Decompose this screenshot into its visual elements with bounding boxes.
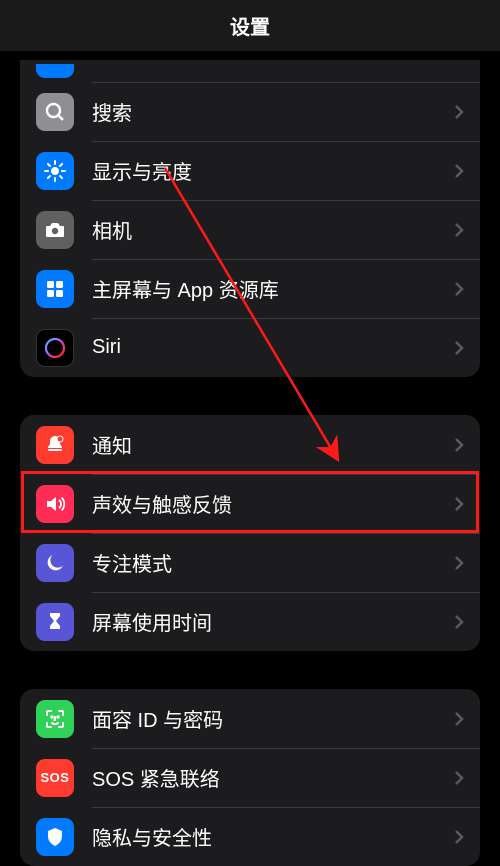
settings-group-1: 搜索 显示与亮度 相机 主屏幕与 App 资源库: [20, 60, 480, 377]
settings-row-label: 专注模式: [92, 548, 454, 577]
settings-row-label: 相机: [92, 215, 454, 244]
settings-row-privacy[interactable]: 隐私与安全性: [20, 807, 480, 866]
brightness-icon: [36, 152, 74, 190]
partial-icon: [36, 64, 74, 78]
faceid-icon: [36, 700, 74, 738]
settings-row-label: 声效与触感反馈: [92, 489, 454, 518]
settings-row-label: 通知: [92, 430, 454, 459]
settings-content: 搜索 显示与亮度 相机 主屏幕与 App 资源库: [0, 60, 500, 866]
chevron-right-icon: [454, 340, 464, 356]
settings-group-2: 通知 声效与触感反馈 专注模式 屏幕使用时间: [20, 415, 480, 651]
chevron-right-icon: [454, 614, 464, 630]
header: 设置: [0, 0, 500, 52]
camera-icon: [36, 211, 74, 249]
settings-row-label: 显示与亮度: [92, 156, 454, 185]
settings-row-camera[interactable]: 相机: [20, 200, 480, 259]
settings-row-sos[interactable]: SOS SOS 紧急联络: [20, 748, 480, 807]
settings-row-siri[interactable]: Siri: [20, 318, 480, 377]
settings-row-display[interactable]: 显示与亮度: [20, 141, 480, 200]
page-title: 设置: [230, 11, 270, 40]
moon-icon: [36, 544, 74, 582]
settings-row-screentime[interactable]: 屏幕使用时间: [20, 592, 480, 651]
settings-row-faceid[interactable]: 面容 ID 与密码: [20, 689, 480, 748]
chevron-right-icon: [454, 829, 464, 845]
settings-row-label: 面容 ID 与密码: [92, 704, 454, 733]
settings-row-home[interactable]: 主屏幕与 App 资源库: [20, 259, 480, 318]
settings-row-label: SOS 紧急联络: [92, 763, 454, 792]
hourglass-icon: [36, 603, 74, 641]
chevron-right-icon: [454, 711, 464, 727]
chevron-right-icon: [454, 163, 464, 179]
app-grid-icon: [36, 270, 74, 308]
speaker-icon: [36, 485, 74, 523]
chevron-right-icon: [454, 555, 464, 571]
chevron-right-icon: [454, 770, 464, 786]
chevron-right-icon: [454, 63, 464, 79]
settings-row-notifications[interactable]: 通知: [20, 415, 480, 474]
settings-row-label: 屏幕使用时间: [92, 607, 454, 636]
chevron-right-icon: [454, 104, 464, 120]
settings-row-search[interactable]: 搜索: [20, 82, 480, 141]
chevron-right-icon: [454, 222, 464, 238]
chevron-right-icon: [454, 281, 464, 297]
settings-row-label: 隐私与安全性: [92, 822, 454, 851]
settings-row-focus[interactable]: 专注模式: [20, 533, 480, 592]
chevron-right-icon: [454, 437, 464, 453]
settings-row-label: 搜索: [92, 97, 454, 126]
settings-group-3: 面容 ID 与密码 SOS SOS 紧急联络 隐私与安全性: [20, 689, 480, 866]
bell-icon: [36, 426, 74, 464]
sos-icon: SOS: [36, 759, 74, 797]
settings-row-label: Siri: [92, 336, 454, 359]
settings-row-label: 主屏幕与 App 资源库: [92, 274, 454, 303]
chevron-right-icon: [454, 496, 464, 512]
settings-row-partial[interactable]: [20, 60, 480, 82]
hand-icon: [36, 818, 74, 856]
siri-icon: [36, 329, 74, 367]
settings-row-sounds[interactable]: 声效与触感反馈: [20, 474, 480, 533]
search-icon: [36, 93, 74, 131]
